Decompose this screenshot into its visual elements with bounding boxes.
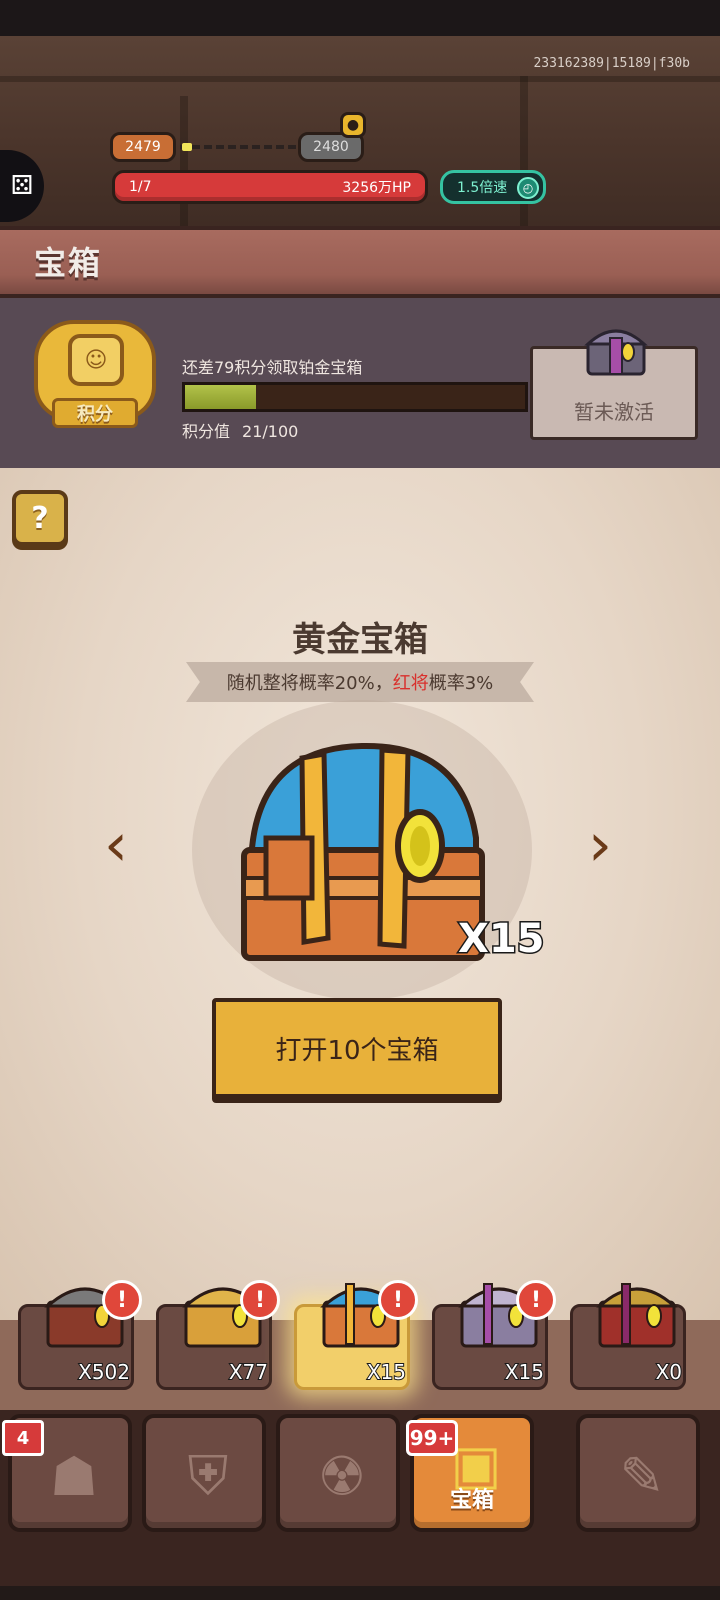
badge-label: 积分 (52, 398, 138, 428)
nav-equipment-button[interactable]: ⛨ (142, 1414, 266, 1532)
chest-face-icon: ☺ (68, 334, 124, 386)
points-progress-fill (185, 385, 257, 409)
current-level: 2479 (110, 132, 176, 162)
previous-chest-arrow[interactable]: ‹ (96, 810, 136, 880)
lock-icon: ● (340, 112, 366, 138)
battle-helmet-icon: ☢ (317, 1444, 367, 1508)
platinum-chest-icon (584, 329, 648, 376)
scene-beam (520, 76, 528, 228)
level-progress-track (180, 145, 298, 149)
odds-prefix: 随机整将概率20%， (226, 673, 393, 694)
slot-count: X502 (77, 1359, 131, 1385)
chest-name: 黄金宝箱 (292, 620, 428, 660)
scene-beam (180, 96, 188, 228)
scroll-icon: ✎ (619, 1444, 665, 1508)
scene-plank (0, 76, 720, 82)
system-nav-bar (0, 1586, 720, 1600)
nav-scroll-button[interactable]: ✎ (576, 1414, 700, 1532)
speed-label: 1.5倍速 (457, 180, 508, 196)
slot-alert-badge: ! (240, 1280, 280, 1320)
nav-chest-badge: 99+ (406, 1420, 458, 1456)
odds-red-general: 红将 (392, 673, 429, 694)
slot-alert-badge: ! (102, 1280, 142, 1320)
hero-helmet-icon: ☗ (49, 1444, 99, 1508)
points-value: 积分值 21/100 (182, 418, 298, 442)
nav-chest-label: 宝箱 (449, 1488, 494, 1513)
chest-count: X15 (457, 915, 546, 964)
points-message: 还差79积分领取铂金宝箱 (182, 358, 363, 377)
chest-slot-platinum[interactable]: ! X15 (432, 1280, 556, 1390)
slot-count: X77 (228, 1359, 269, 1385)
chest-odds-ribbon: 随机整将概率20%， 红将 概率3% (186, 662, 534, 702)
slot-alert-badge: ! (516, 1280, 556, 1320)
gold-chest-icon (241, 742, 485, 961)
game-id-text: 233162389|15189|f30b (533, 56, 690, 71)
odds-suffix: 概率3% (428, 673, 494, 694)
speed-button[interactable]: 1.5倍速 ◴ (440, 170, 546, 204)
wave-counter: 1/7 (129, 179, 152, 195)
chest-slot-bronze[interactable]: ! X77 (156, 1280, 280, 1390)
slot-alert-badge: ! (378, 1280, 418, 1320)
slot-count: X0 (655, 1359, 683, 1385)
points-value-label: 积分值 (182, 422, 231, 441)
points-badge: ☺ 积分 (34, 320, 156, 436)
boss-hp-bar: 1/7 3256万HP (112, 170, 428, 204)
title-plank: 宝箱 (0, 226, 720, 298)
status-bar (0, 0, 720, 36)
armor-icon: ⛨ (187, 1444, 229, 1507)
boss-hp-text: 3256万HP (342, 180, 411, 196)
platinum-status: 暂未激活 (574, 400, 654, 424)
speedometer-icon: ◴ (517, 177, 539, 199)
nav-battle-button[interactable]: ☢ (276, 1414, 400, 1532)
help-button[interactable]: ? (12, 490, 68, 546)
page-title: 宝箱 (34, 244, 103, 282)
nav-badge-count: 4 (2, 1420, 44, 1456)
level-progress-fill (182, 143, 192, 151)
next-chest-arrow[interactable]: › (580, 810, 620, 880)
chest-slot-gold[interactable]: ! X15 (294, 1280, 418, 1390)
open-chests-button[interactable]: 打开10个宝箱 (212, 998, 502, 1098)
chest-slot-iron[interactable]: ! X502 (18, 1280, 142, 1390)
points-progress-bar (182, 382, 528, 412)
legendary-chest-icon (596, 1283, 678, 1348)
points-value-text: 21/100 (242, 422, 299, 441)
chest-slot-legendary[interactable]: X0 (570, 1283, 686, 1390)
slot-count: X15 (366, 1359, 407, 1385)
slot-count: X15 (504, 1359, 545, 1385)
